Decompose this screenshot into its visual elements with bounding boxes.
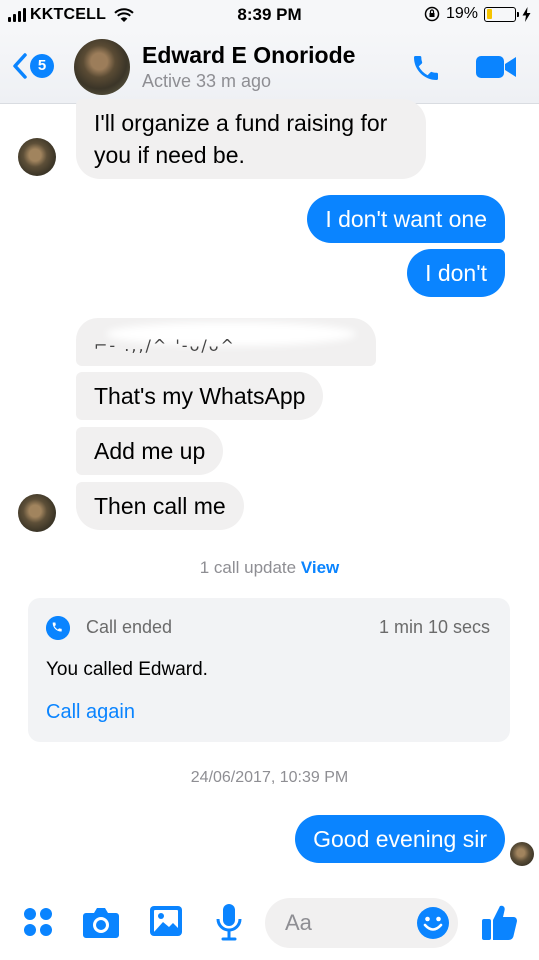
- microphone-icon[interactable]: [214, 902, 244, 942]
- call-update-view-link[interactable]: View: [301, 558, 339, 577]
- message-input-box[interactable]: [265, 898, 458, 948]
- call-status: Call ended: [86, 617, 173, 637]
- message-text: I don't: [425, 260, 487, 286]
- message-bubble[interactable]: I don't want one: [307, 195, 505, 243]
- back-button[interactable]: 5: [12, 52, 54, 80]
- back-chevron-icon: [13, 53, 27, 79]
- message-text: That's my WhatsApp: [94, 383, 306, 409]
- message-text: I don't want one: [325, 206, 487, 232]
- message-text: Good evening sir: [313, 826, 487, 852]
- redaction-scribble: ⌐- .,,/^ '-ᴗ/ᴗ^: [94, 336, 236, 355]
- message-bubble[interactable]: I'll organize a fund raising for you if …: [76, 99, 426, 179]
- seen-receipt-avatar: [510, 842, 534, 866]
- message-input[interactable]: [285, 910, 405, 936]
- video-camera-icon[interactable]: [474, 52, 518, 82]
- call-update-notice: 1 call update View: [0, 558, 539, 578]
- phone-icon[interactable]: [410, 52, 442, 84]
- active-status: Active 33 m ago: [142, 71, 272, 91]
- thumbs-up-icon[interactable]: [480, 902, 520, 942]
- call-again-link[interactable]: Call again: [46, 701, 135, 724]
- message-text: Add me up: [94, 438, 206, 464]
- message-text: I'll organize a fund raising for you if …: [94, 110, 388, 168]
- message-bubble[interactable]: Then call me: [76, 482, 244, 530]
- battery-fill: [486, 9, 492, 19]
- message-bubble[interactable]: Add me up: [76, 427, 224, 475]
- unread-count-badge: 5: [30, 54, 54, 78]
- battery-icon: [484, 6, 519, 22]
- status-right: 19%: [424, 5, 531, 23]
- image-icon[interactable]: [148, 904, 184, 938]
- orientation-lock-icon: [424, 6, 440, 22]
- charging-bolt-icon: [522, 6, 531, 22]
- call-description: You called Edward.: [46, 659, 208, 680]
- contact-name[interactable]: Edward E Onoriode: [142, 42, 355, 69]
- contact-avatar-small[interactable]: [18, 138, 56, 176]
- call-duration: 1 min 10 secs: [378, 617, 490, 637]
- camera-icon[interactable]: [82, 905, 120, 939]
- contact-avatar-small[interactable]: [18, 494, 56, 532]
- message-composer: [0, 888, 539, 960]
- conversation-header: 5 Edward E Onoriode Active 33 m ago: [0, 30, 539, 104]
- redacted-message-bubble[interactable]: ⌐- .,,/^ '-ᴗ/ᴗ^: [76, 318, 376, 366]
- status-bar: KKTCELL 8:39 PM 19%: [0, 0, 539, 30]
- call-summary-card: Call ended 1 min 10 secs You called Edwa…: [28, 598, 510, 742]
- message-bubble[interactable]: I don't: [407, 249, 505, 297]
- conversation-timestamp: 24/06/2017, 10:39 PM: [190, 769, 349, 786]
- call-update-text: 1 call update: [199, 558, 297, 577]
- message-bubble[interactable]: That's my WhatsApp: [76, 372, 324, 420]
- emoji-icon[interactable]: [416, 906, 450, 940]
- contact-avatar[interactable]: [74, 39, 130, 95]
- message-bubble[interactable]: Good evening sir: [295, 815, 505, 863]
- phone-circle-icon: [46, 616, 70, 640]
- battery-percent: 19%: [445, 5, 478, 22]
- message-text: Then call me: [94, 493, 226, 519]
- apps-grid-icon[interactable]: [22, 906, 54, 938]
